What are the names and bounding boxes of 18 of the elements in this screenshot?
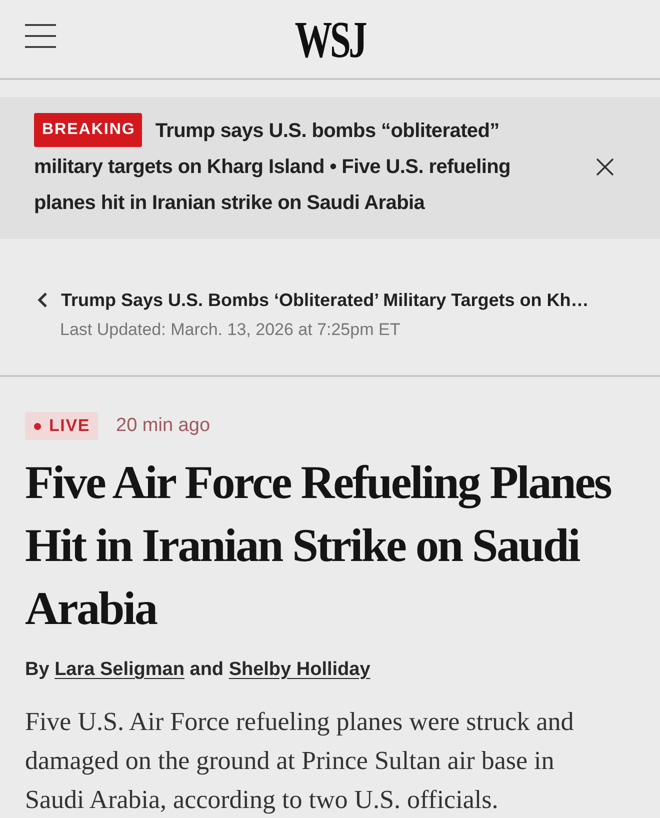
author-link[interactable]: Lara Seligman — [54, 659, 184, 680]
timestamp: 20 min ago — [116, 415, 210, 437]
byline: By Lara Seligman and Shelby Holliday — [25, 658, 372, 682]
article-body: Five U.S. Air Force refueling planes were struck and damaged on the ground at Prince Sultan air base in Saudi Arabia, according to two U.S. officials. — [25, 706, 575, 816]
menu-button[interactable] — [25, 24, 56, 48]
chevron-left-icon — [37, 292, 48, 308]
breaking-headline[interactable]: BREAKING Trump says U.S. bombs “obliterated” military targets on Kharg Island • Five U.S. refueling planes hit in Iranian strike on Saudi Arabia — [34, 113, 534, 221]
author-link[interactable]: Shelby Holliday — [228, 659, 370, 680]
site-logo[interactable]: WSJ — [294, 15, 366, 63]
breaking-label: BREAKING — [34, 112, 142, 147]
close-button[interactable] — [596, 158, 614, 176]
close-icon — [596, 158, 614, 176]
headline: Five Air Force Refueling Planes Hit in Iranian Strike on Saudi Arabia — [25, 456, 612, 637]
live-dot-icon — [34, 422, 41, 430]
live-badge: LIVE — [25, 412, 98, 440]
back-link[interactable]: Trump Says U.S. Bombs ‘Obliterated’ Military Targets on Kh… — [37, 288, 589, 312]
last-updated: Last Updated: March. 13, 2026 at 7:25pm ET — [60, 319, 402, 341]
menu-icon — [25, 24, 56, 48]
